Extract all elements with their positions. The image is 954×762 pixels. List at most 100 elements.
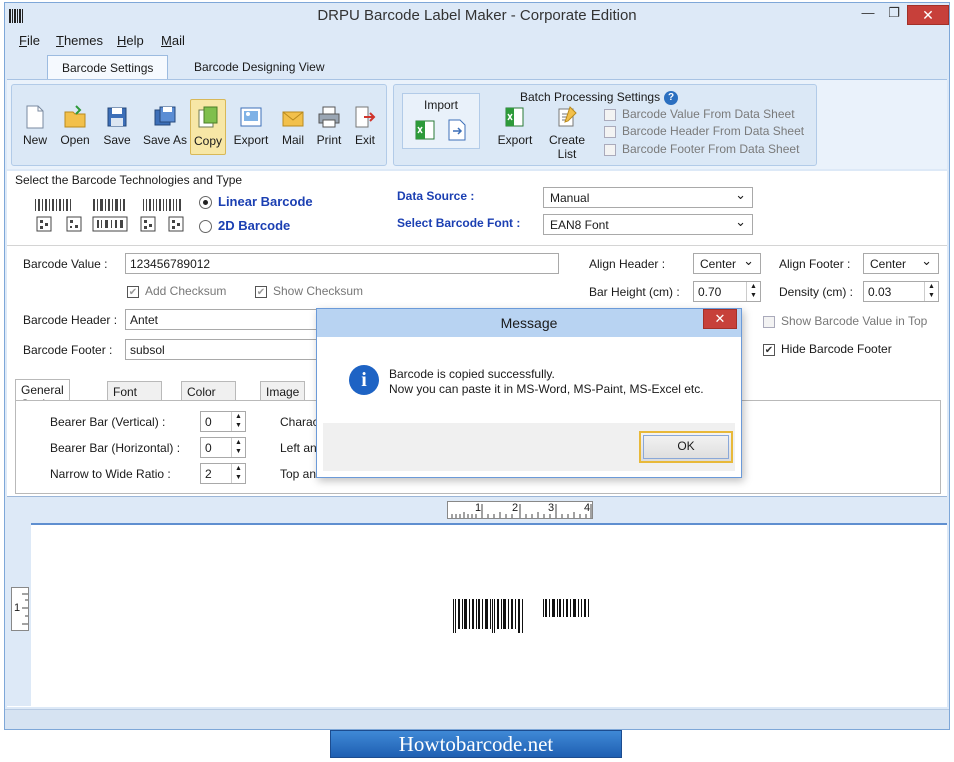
2d-barcode-option[interactable]: 2D Barcode [199,218,290,234]
bearer-vertical-stepper[interactable]: 0 ▲ ▼ [200,411,246,432]
export-image-icon [240,107,262,127]
ruler-label: 3 [548,502,555,514]
barcode-header-input[interactable]: Antet [125,309,325,330]
status-bar [5,709,949,729]
stepper-arrows-icon[interactable]: ▲ ▼ [231,412,245,431]
menu-help[interactable]: Help [117,33,144,48]
maximize-button[interactable]: ❐ [881,5,907,25]
align-header-select[interactable]: Center [693,253,761,274]
batch-footer-checkbox[interactable] [604,143,616,156]
exit-button[interactable]: Exit [344,99,386,155]
batch-footer-option[interactable]: Barcode Footer From Data Sheet [604,142,799,156]
dialog-title-bar: Message ✕ [317,309,741,337]
tab-barcode-designing-view[interactable]: Barcode Designing View [180,55,339,79]
batch-header-checkbox[interactable] [604,125,616,138]
show-value-top-option[interactable]: Show Barcode Value in Top [763,314,927,328]
new-file-icon [26,105,44,129]
2d-barcode-radio[interactable] [199,220,212,234]
export-excel-icon [505,107,524,127]
data-source-select[interactable]: Manual [543,187,753,208]
menu-themes[interactable]: Themes [56,33,103,48]
stepper-arrows-icon[interactable]: ▲ ▼ [231,438,245,457]
copy-button[interactable]: Copy [190,99,226,155]
menu-mail[interactable]: Mail [161,33,185,48]
hide-footer-option[interactable]: Hide Barcode Footer [763,342,892,356]
bar-height-stepper[interactable]: 0.70 ▲ ▼ [693,281,761,302]
dialog-title: Message [500,315,558,331]
align-footer-select[interactable]: Center [863,253,939,274]
menu-bar: File Themes Help Mail [5,29,949,51]
ruler-label: 1 [14,602,21,614]
ruler-label: 4 [584,502,591,514]
dialog-message-line1: Barcode is copied successfully. [389,367,555,381]
save-button[interactable]: Save [96,99,138,155]
ribbon-tabs: Barcode Settings Barcode Designing View [5,53,949,79]
barcode-font-select[interactable]: EAN8 Font [543,214,753,235]
mail-envelope-icon [282,111,304,127]
left-ruler: 1 [11,587,29,631]
import-excel-icon[interactable] [413,118,437,142]
batch-export-button[interactable]: Export [494,103,536,159]
barcode-footer-label: Barcode Footer : [23,343,113,357]
dialog-close-button[interactable]: ✕ [703,309,737,329]
import-group: Import [402,93,480,149]
show-checksum-option[interactable]: Show Checksum [255,284,363,298]
barcode-value-input[interactable]: 123456789012 [125,253,559,274]
add-checksum-option[interactable]: Add Checksum [127,284,226,298]
export-button[interactable]: Export [230,99,272,155]
design-canvas[interactable] [31,523,947,707]
bearer-horizontal-label: Bearer Bar (Horizontal) : [50,441,181,455]
ruler-ticks [451,504,592,518]
ratio-stepper[interactable]: 2 ▲ ▼ [200,463,246,484]
open-button[interactable]: Open [54,99,96,155]
batch-value-option[interactable]: Barcode Value From Data Sheet [604,107,795,121]
add-checksum-checkbox[interactable] [127,285,139,298]
minimize-button[interactable]: — [855,5,881,25]
tab-barcode-settings[interactable]: Barcode Settings [47,55,169,79]
show-value-top-checkbox[interactable] [763,315,775,328]
ruler-label: 2 [512,502,519,514]
hide-footer-checkbox[interactable] [763,343,775,356]
linear-barcode-option[interactable]: Linear Barcode [199,194,313,210]
stepper-arrows-icon[interactable]: ▲ ▼ [746,282,760,301]
close-button[interactable]: ✕ [907,5,949,25]
barcode-preview[interactable] [449,597,595,639]
stepper-arrows-icon[interactable]: ▲ ▼ [231,464,245,483]
ratio-label: Narrow to Wide Ratio : [50,467,171,481]
bearer-vertical-label: Bearer Bar (Vertical) : [50,415,166,429]
title-bar: DRPU Barcode Label Maker - Corporate Edi… [5,3,949,29]
help-icon[interactable]: ? [664,90,679,105]
printer-icon [318,106,340,128]
window-title: DRPU Barcode Label Maker - Corporate Edi… [317,7,637,24]
barcode-footer-input[interactable]: subsol [125,339,325,360]
menu-file[interactable]: File [19,33,40,48]
tab-font-settings[interactable]: Font Settings [107,381,163,413]
barcode-header-label: Barcode Header : [23,313,118,327]
top-ruler: 1 2 3 4 [447,501,593,519]
bearer-horizontal-stepper[interactable]: 0 ▲ ▼ [200,437,246,458]
ok-button[interactable]: OK [639,431,733,463]
barcode-value-label: Barcode Value : [23,257,108,271]
save-as-button[interactable]: Save As [142,99,188,155]
watermark-banner: Howtobarcode.net [330,730,622,758]
show-checksum-checkbox[interactable] [255,285,267,298]
top-and-bottom-label: Top an [280,467,317,481]
linear-barcode-radio[interactable] [199,196,212,210]
left-and-right-label: Left an [280,441,317,455]
batch-header-option[interactable]: Barcode Header From Data Sheet [604,124,804,138]
density-stepper[interactable]: 0.03 ▲ ▼ [863,281,939,302]
tab-image-settings[interactable]: Image Setti [260,381,306,413]
character-label: Charac [280,415,319,429]
stepper-arrows-icon[interactable]: ▲ ▼ [924,282,938,301]
batch-value-checkbox[interactable] [604,108,616,121]
divider [7,245,947,246]
design-view: 1 2 3 4 1 [7,496,947,707]
tab-general-settings[interactable]: General Settings [15,379,71,411]
import-file-icon[interactable] [445,118,469,142]
file-toolbar-group: New Open Save Save As Copy Export Mail P… [11,84,387,166]
tab-color-settings[interactable]: Color Settings [181,381,237,413]
new-button[interactable]: New [14,99,56,155]
create-list-button[interactable]: Create List [538,103,596,161]
info-icon: i [349,365,379,395]
barcode-font-label: Select Barcode Font : [397,216,521,230]
